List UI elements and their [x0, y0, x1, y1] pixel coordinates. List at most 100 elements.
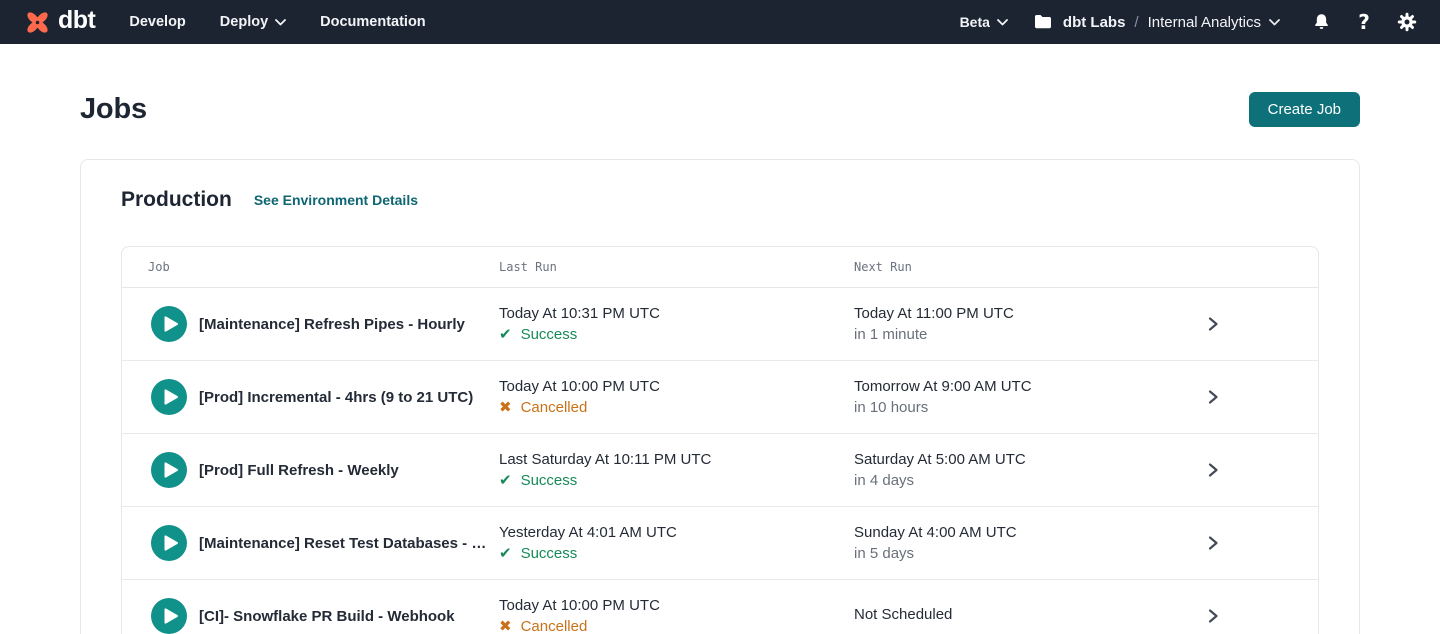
next-run-cell: Today At 11:00 PM UTC in 1 minute	[854, 305, 1108, 343]
last-run-status: Success	[499, 326, 854, 343]
status-check-icon	[499, 327, 512, 342]
job-name[interactable]: [Prod] Full Refresh - Weekly	[199, 462, 399, 479]
last-run-time: Yesterday At 4:01 AM UTC	[499, 524, 854, 541]
next-run-relative: in 5 days	[854, 545, 1108, 562]
column-header-next-run: Next Run	[854, 260, 1108, 274]
account-name[interactable]: dbt Labs	[1063, 14, 1126, 31]
run-job-play-icon[interactable]	[151, 452, 187, 488]
job-name[interactable]: [CI]- Snowflake PR Build - Webhook	[199, 608, 455, 625]
job-row[interactable]: [CI]- Snowflake PR Build - Webhook Today…	[122, 580, 1318, 634]
nav-item-documentation[interactable]: Documentation	[320, 14, 426, 30]
row-actions	[1108, 535, 1318, 551]
job-name[interactable]: [Prod] Incremental - 4hrs (9 to 21 UTC)	[199, 389, 473, 406]
next-run-cell: Not Scheduled	[854, 606, 1108, 627]
job-cell: [Prod] Incremental - 4hrs (9 to 21 UTC)	[122, 379, 499, 415]
page-header: Jobs Create Job	[0, 92, 1440, 127]
row-actions	[1108, 462, 1318, 478]
last-run-cell: Today At 10:00 PM UTC Cancelled	[499, 597, 854, 634]
last-run-cell: Today At 10:31 PM UTC Success	[499, 305, 854, 343]
chevron-right-icon[interactable]	[1205, 462, 1221, 478]
breadcrumb-separator: /	[1134, 14, 1138, 31]
next-run-relative: in 4 days	[854, 472, 1108, 489]
environment-header: Production See Environment Details	[121, 188, 1319, 212]
chevron-down-icon	[1269, 19, 1280, 26]
status-label: Success	[521, 472, 578, 489]
chevron-down-icon	[275, 19, 286, 26]
next-run-relative: in 10 hours	[854, 399, 1108, 416]
beta-selector[interactable]: Beta	[960, 14, 1008, 30]
notifications-bell-icon[interactable]	[1310, 11, 1332, 33]
chevron-right-icon[interactable]	[1205, 608, 1221, 624]
dbt-logo[interactable]: dbt	[24, 8, 95, 36]
help-icon[interactable]: ?	[1353, 11, 1375, 33]
next-run-time: Today At 11:00 PM UTC	[854, 305, 1108, 322]
top-navigation: dbt Develop Deploy Documentation Beta db…	[0, 0, 1440, 44]
status-check-icon	[499, 473, 512, 488]
last-run-status: Success	[499, 545, 854, 562]
next-run-time: Saturday At 5:00 AM UTC	[854, 451, 1108, 468]
status-x-icon	[499, 400, 512, 415]
job-name[interactable]: [Maintenance] Refresh Pipes - Hourly	[199, 316, 465, 333]
run-job-play-icon[interactable]	[151, 598, 187, 634]
last-run-cell: Last Saturday At 10:11 PM UTC Success	[499, 451, 854, 489]
nav-item-label: Develop	[129, 14, 185, 30]
nav-item-label: Deploy	[220, 14, 268, 30]
next-run-relative: in 1 minute	[854, 326, 1108, 343]
next-run-cell: Tomorrow At 9:00 AM UTC in 10 hours	[854, 378, 1108, 416]
last-run-time: Today At 10:00 PM UTC	[499, 378, 854, 395]
job-row[interactable]: [Prod] Full Refresh - Weekly Last Saturd…	[122, 434, 1318, 507]
primary-nav: Develop Deploy Documentation	[129, 14, 425, 30]
dbt-logo-wordmark: dbt	[58, 8, 95, 36]
status-label: Success	[521, 545, 578, 562]
last-run-time: Today At 10:00 PM UTC	[499, 597, 854, 614]
last-run-cell: Yesterday At 4:01 AM UTC Success	[499, 524, 854, 562]
environment-details-link[interactable]: See Environment Details	[254, 192, 418, 208]
chevron-right-icon[interactable]	[1205, 316, 1221, 332]
job-name[interactable]: [Maintenance] Reset Test Databases - W…	[199, 535, 489, 552]
chevron-right-icon[interactable]	[1205, 535, 1221, 551]
next-run-cell: Sunday At 4:00 AM UTC in 5 days	[854, 524, 1108, 562]
nav-item-deploy[interactable]: Deploy	[220, 14, 286, 30]
beta-label: Beta	[960, 14, 990, 30]
run-job-play-icon[interactable]	[151, 379, 187, 415]
job-cell: [Maintenance] Reset Test Databases - W…	[122, 525, 499, 561]
nav-item-develop[interactable]: Develop	[129, 14, 185, 30]
help-icon-glyph: ?	[1358, 10, 1370, 34]
last-run-cell: Today At 10:00 PM UTC Cancelled	[499, 378, 854, 416]
job-cell: [CI]- Snowflake PR Build - Webhook	[122, 598, 499, 634]
nav-right-section: Beta dbt Labs / Internal Analytics	[960, 11, 1418, 33]
last-run-status: Cancelled	[499, 618, 854, 634]
create-job-button[interactable]: Create Job	[1249, 92, 1360, 127]
status-label: Cancelled	[521, 399, 588, 416]
last-run-time: Today At 10:31 PM UTC	[499, 305, 854, 322]
next-run-cell: Saturday At 5:00 AM UTC in 4 days	[854, 451, 1108, 489]
job-row[interactable]: [Maintenance] Reset Test Databases - W… …	[122, 507, 1318, 580]
status-x-icon	[499, 619, 512, 634]
project-selector[interactable]: Internal Analytics	[1148, 14, 1280, 31]
column-header-last-run: Last Run	[499, 260, 854, 274]
job-row[interactable]: [Prod] Incremental - 4hrs (9 to 21 UTC) …	[122, 361, 1318, 434]
run-job-play-icon[interactable]	[151, 306, 187, 342]
job-row[interactable]: [Maintenance] Refresh Pipes - Hourly Tod…	[122, 288, 1318, 361]
job-cell: [Prod] Full Refresh - Weekly	[122, 452, 499, 488]
jobs-table: Job Last Run Next Run [Maintenance] Refr…	[121, 246, 1319, 634]
page-title: Jobs	[80, 93, 147, 126]
last-run-status: Success	[499, 472, 854, 489]
project-name: Internal Analytics	[1148, 14, 1261, 31]
run-job-play-icon[interactable]	[151, 525, 187, 561]
next-run-time: Tomorrow At 9:00 AM UTC	[854, 378, 1108, 395]
status-label: Cancelled	[521, 618, 588, 634]
breadcrumb: dbt Labs / Internal Analytics	[1032, 11, 1280, 33]
status-check-icon	[499, 546, 512, 561]
chevron-right-icon[interactable]	[1205, 389, 1221, 405]
settings-gear-icon[interactable]	[1396, 11, 1418, 33]
environment-card: Production See Environment Details Job L…	[80, 159, 1360, 634]
table-header: Job Last Run Next Run	[122, 247, 1318, 288]
nav-utility-icons: ?	[1310, 11, 1418, 33]
job-cell: [Maintenance] Refresh Pipes - Hourly	[122, 306, 499, 342]
last-run-status: Cancelled	[499, 399, 854, 416]
last-run-time: Last Saturday At 10:11 PM UTC	[499, 451, 854, 468]
environment-name: Production	[121, 188, 232, 212]
row-actions	[1108, 389, 1318, 405]
status-label: Success	[521, 326, 578, 343]
